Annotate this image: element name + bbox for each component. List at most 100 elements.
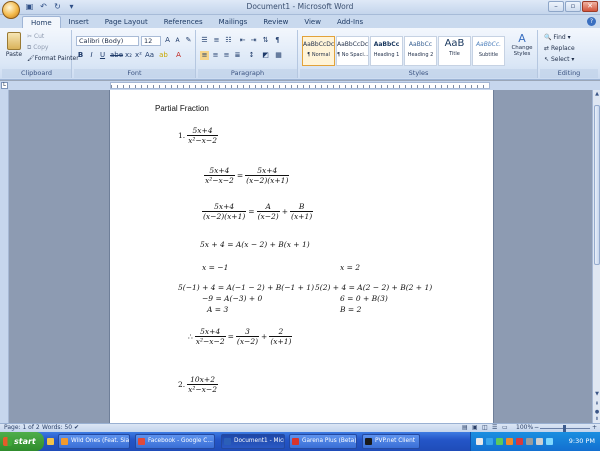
grow-font-icon[interactable]: A	[163, 36, 172, 45]
tray-icon[interactable]	[476, 438, 483, 445]
scroll-thumb[interactable]	[594, 105, 600, 265]
show-marks-icon[interactable]: ¶	[273, 36, 282, 45]
numerator: 5x+4	[214, 202, 235, 211]
document-page[interactable]: Partial Fraction 1. 5x+4 x²−x−2 5x+4 x²−x−2…	[109, 90, 494, 423]
select-button[interactable]: ↖ Select ▾	[544, 56, 574, 63]
find-button[interactable]: 🔍 Find ▾	[544, 34, 571, 41]
line-spacing-icon[interactable]: ↕	[247, 51, 256, 60]
tab-page-layout[interactable]: Page Layout	[97, 16, 156, 28]
style-no-spacing[interactable]: AaBbCcDc ¶ No Spaci...	[336, 36, 369, 66]
bold-icon[interactable]: B	[76, 51, 85, 60]
justify-icon[interactable]: ≣	[233, 51, 242, 60]
prev-page-icon[interactable]: ⇞	[593, 400, 600, 408]
zoom-in-icon[interactable]: +	[592, 424, 597, 432]
tray-icon[interactable]	[486, 438, 493, 445]
vertical-scrollbar[interactable]: ▲ ▼ ⇞ ● ⇟	[592, 90, 600, 423]
vertical-ruler[interactable]	[0, 90, 9, 423]
superscript-icon[interactable]: x²	[134, 51, 143, 60]
taskbar-task-label: Wild Ones (Feat. Sia)...	[71, 438, 130, 444]
tab-insert[interactable]: Insert	[61, 16, 97, 28]
align-left-icon[interactable]: ≡	[200, 51, 209, 60]
zoom-slider[interactable]: − +	[516, 424, 597, 432]
page-count[interactable]: Page: 1 of 2	[4, 424, 40, 432]
tray-icon[interactable]	[506, 438, 513, 445]
tray-icon[interactable]	[516, 438, 523, 445]
restore-button[interactable]: ▫	[565, 1, 581, 12]
copy-button[interactable]: ⧉ Copy	[27, 44, 48, 52]
bullets-icon[interactable]: ☰	[200, 36, 209, 45]
numerator: 10x+2	[190, 375, 215, 384]
taskbar-task[interactable]: Wild Ones (Feat. Sia)...	[58, 434, 130, 449]
font-color-icon[interactable]: A	[174, 51, 183, 60]
decrease-indent-icon[interactable]: ⇤	[238, 36, 247, 45]
change-case-icon[interactable]: Aa	[145, 51, 154, 60]
next-page-icon[interactable]: ⇟	[593, 415, 600, 423]
change-styles-label: Change Styles	[511, 45, 533, 57]
multilevel-list-icon[interactable]: ☷	[224, 36, 233, 45]
style-normal[interactable]: AaBbCcDc ¶ Normal	[302, 36, 335, 66]
tab-review[interactable]: Review	[255, 16, 296, 28]
quick-launch-icon[interactable]	[47, 438, 54, 445]
word-count[interactable]: Words: 50	[42, 424, 72, 432]
proofing-icon[interactable]: ✔	[74, 424, 79, 432]
taskbar-task[interactable]: Facebook - Google C...	[135, 434, 215, 449]
taskbar-task[interactable]: Garena Plus (Beta) - Il...	[289, 434, 357, 449]
tray-icon[interactable]	[496, 438, 503, 445]
tab-mailings[interactable]: Mailings	[211, 16, 256, 28]
font-size-select[interactable]: 12	[141, 36, 161, 46]
numerator: B	[298, 202, 305, 211]
tab-home[interactable]: Home	[22, 16, 61, 28]
subscript-icon[interactable]: x₂	[124, 51, 133, 60]
print-layout-icon[interactable]: ▤	[462, 424, 468, 432]
case-right: x = 2	[340, 263, 361, 272]
style-title[interactable]: AaB Title	[438, 36, 471, 66]
volume-icon[interactable]	[536, 438, 543, 445]
taskbar-task[interactable]: PVP.net Client	[362, 434, 420, 449]
editing-group: 🔍 Find ▾ ⇄ Replace ↖ Select ▾ Editing	[540, 30, 598, 78]
office-button[interactable]	[2, 1, 20, 19]
shading-icon[interactable]: ◩	[261, 51, 270, 60]
tab-add-ins[interactable]: Add-Ins	[329, 16, 371, 28]
taskbar-task[interactable]: Document1 - Microsof...	[221, 434, 285, 449]
tray-icon[interactable]	[526, 438, 533, 445]
close-button[interactable]: ✕	[582, 1, 598, 12]
help-icon[interactable]: ?	[587, 17, 596, 26]
sort-icon[interactable]: ⇅	[261, 36, 270, 45]
network-icon[interactable]	[546, 438, 553, 445]
cut-button[interactable]: ✂ Cut	[27, 33, 44, 40]
style-subtitle[interactable]: AaBbCc. Subtitle	[472, 36, 505, 66]
outline-icon[interactable]: ☰	[492, 424, 497, 432]
numbering-icon[interactable]: ≡	[212, 36, 221, 45]
draft-icon[interactable]: ▭	[502, 424, 508, 432]
paste-button[interactable]: Paste	[4, 32, 24, 58]
horizontal-ruler[interactable]	[110, 82, 490, 89]
style-heading-2[interactable]: AaBbCc Heading 2	[404, 36, 437, 66]
minimize-button[interactable]: –	[548, 1, 564, 12]
shrink-font-icon[interactable]: A	[173, 36, 182, 45]
change-styles-button[interactable]: A Change Styles	[508, 32, 536, 57]
zoom-out-icon[interactable]: −	[534, 424, 539, 432]
align-center-icon[interactable]: ≡	[211, 51, 220, 60]
font-name-select[interactable]: Calibri (Body)	[76, 36, 139, 46]
increase-indent-icon[interactable]: ⇥	[249, 36, 258, 45]
borders-icon[interactable]: ▦	[274, 51, 283, 60]
tab-selector-icon[interactable]: L	[1, 82, 8, 89]
align-right-icon[interactable]: ≡	[222, 51, 231, 60]
full-screen-icon[interactable]: ▣	[472, 424, 478, 432]
scroll-up-icon[interactable]: ▲	[593, 90, 600, 98]
tab-references[interactable]: References	[156, 16, 211, 28]
tab-view[interactable]: View	[296, 16, 329, 28]
start-button[interactable]: start	[0, 432, 44, 451]
strikethrough-icon[interactable]: abe	[110, 51, 123, 60]
clear-formatting-icon[interactable]: ✎	[184, 36, 193, 45]
replace-button[interactable]: ⇄ Replace	[544, 45, 575, 52]
scroll-down-icon[interactable]: ▼	[593, 390, 600, 398]
zoom-thumb[interactable]	[563, 425, 566, 432]
format-painter-button[interactable]: 🖌Format Painter	[27, 55, 79, 62]
italic-icon[interactable]: I	[87, 51, 96, 60]
highlight-icon[interactable]: ab	[159, 51, 168, 60]
underline-icon[interactable]: U	[98, 51, 107, 60]
web-layout-icon[interactable]: ◫	[482, 424, 488, 432]
denominator: (x−2)	[235, 336, 260, 346]
style-heading-1[interactable]: AaBbCc Heading 1	[370, 36, 403, 66]
